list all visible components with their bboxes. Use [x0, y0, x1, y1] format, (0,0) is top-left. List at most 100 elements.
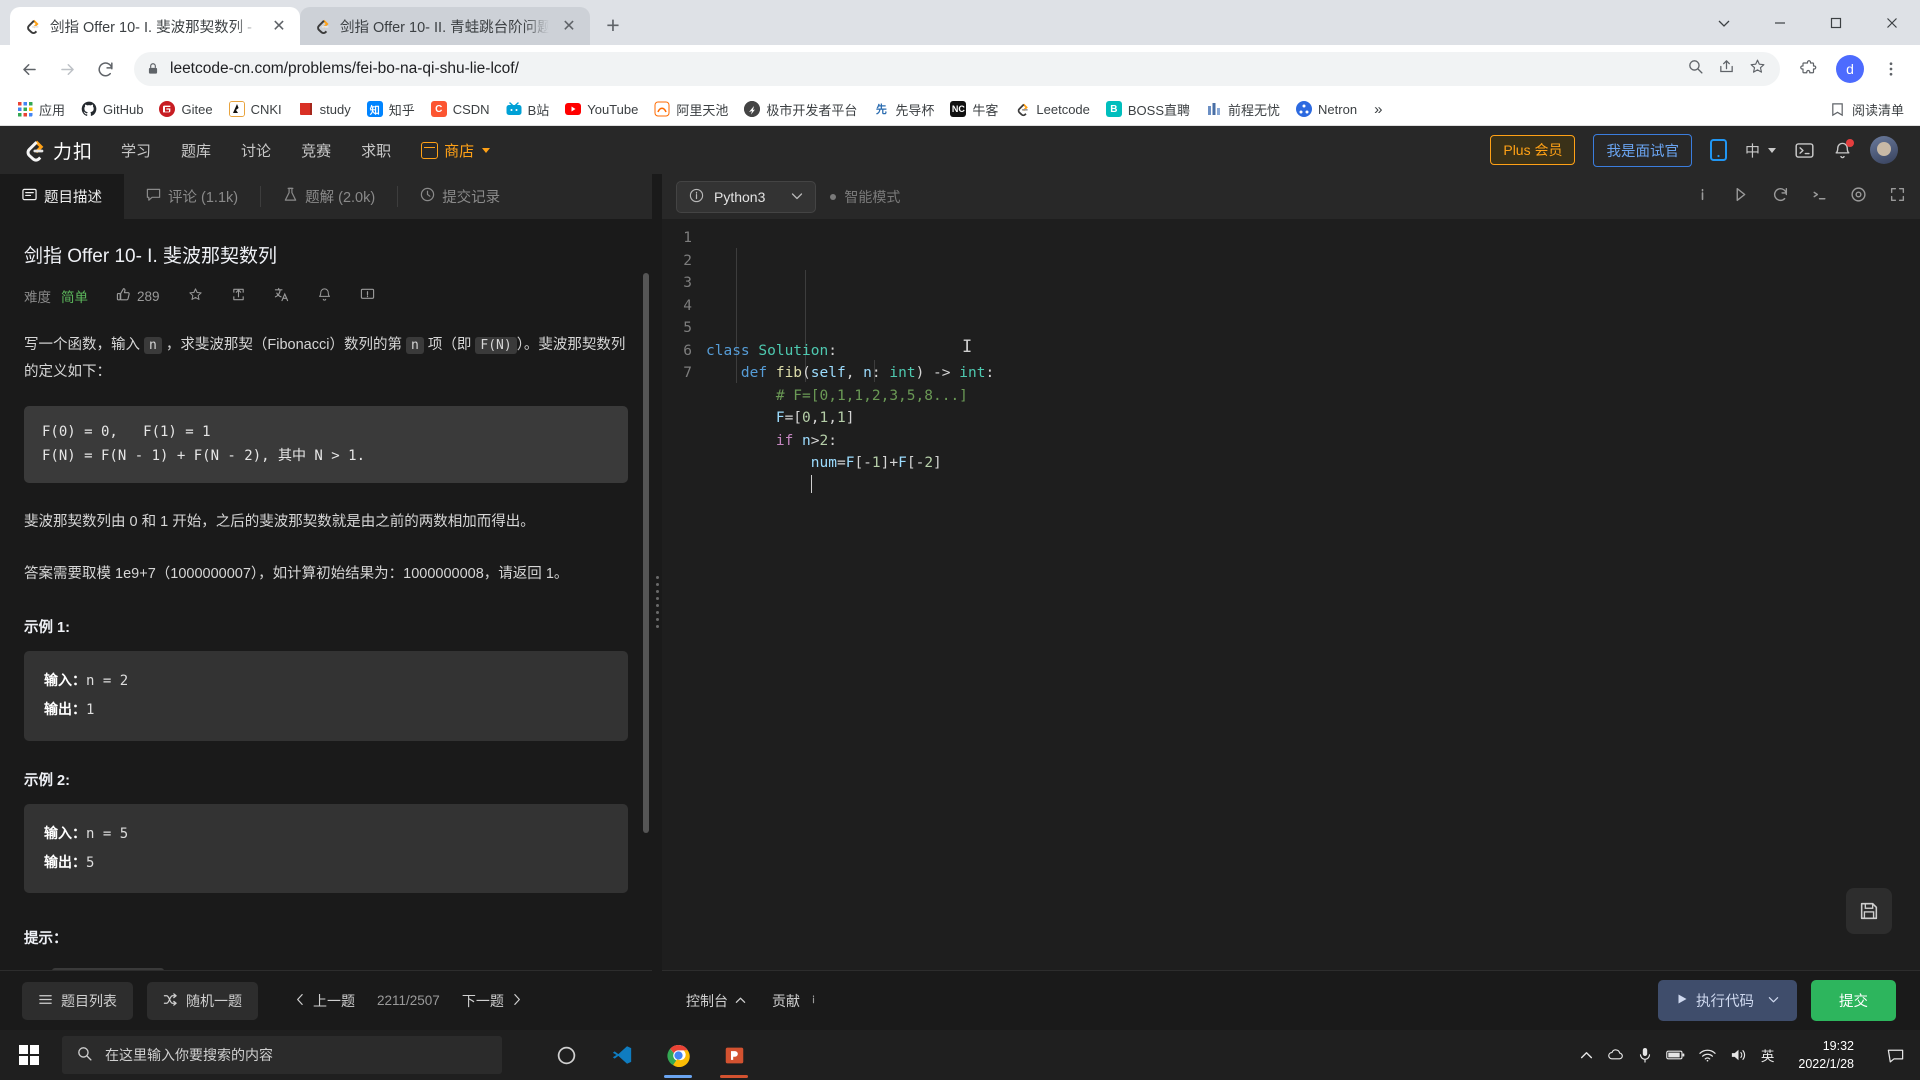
- bookmark-tianchi[interactable]: 阿里天池: [647, 96, 735, 123]
- tab-close-button[interactable]: ✕: [268, 15, 290, 37]
- taskbar-chrome-button[interactable]: [652, 1031, 704, 1079]
- fullscreen-icon[interactable]: [1811, 186, 1828, 208]
- code-line[interactable]: # F=[0,1,1,2,3,5,8...]: [706, 385, 1920, 408]
- code-line[interactable]: F=[0,1,1]: [706, 407, 1920, 430]
- next-problem-button[interactable]: 下一题: [450, 982, 535, 1020]
- nav-link-jobs[interactable]: 求职: [361, 140, 391, 161]
- close-window-button[interactable]: [1864, 0, 1920, 45]
- chevron-up-icon[interactable]: [1580, 1049, 1593, 1062]
- phone-icon[interactable]: [1709, 139, 1727, 161]
- bookmarks-overflow-button[interactable]: »: [1366, 97, 1390, 122]
- save-button[interactable]: [1846, 888, 1892, 934]
- bookmark-csdn[interactable]: C CSDN: [424, 97, 497, 121]
- problem-list-button[interactable]: 题目列表: [22, 981, 133, 1020]
- leetcode-logo[interactable]: 力扣: [22, 137, 93, 164]
- battery-icon[interactable]: [1666, 1049, 1685, 1061]
- prev-problem-button[interactable]: 上一题: [282, 982, 367, 1020]
- bookmark-xiandaobei[interactable]: 先 先导杯: [866, 96, 941, 123]
- bookmark-netron[interactable]: Netron: [1289, 97, 1364, 121]
- nav-link-contest[interactable]: 竞赛: [301, 140, 331, 161]
- panel-resize-handle[interactable]: [652, 174, 662, 1030]
- bookmark-youtube[interactable]: YouTube: [558, 97, 645, 121]
- mic-icon[interactable]: [1638, 1047, 1652, 1063]
- notification-button[interactable]: [317, 287, 332, 305]
- search-icon[interactable]: [1687, 58, 1704, 80]
- user-avatar[interactable]: [1870, 136, 1898, 164]
- code-line[interactable]: if n>2:: [706, 430, 1920, 453]
- bookmark-extreme[interactable]: 极市开发者平台: [737, 96, 864, 123]
- nav-link-problems[interactable]: 题库: [181, 140, 211, 161]
- browser-tab-2[interactable]: 剑指 Offer 10- II. 青蛙跳台阶问题 ✕: [300, 7, 590, 45]
- translate-button[interactable]: [274, 287, 289, 305]
- taskbar-vscode-button[interactable]: [596, 1031, 648, 1079]
- console-button[interactable]: 控制台: [686, 991, 746, 1011]
- taskbar-search-input[interactable]: 在这里输入你要搜索的内容: [62, 1036, 502, 1074]
- info-icon[interactable]: [1694, 186, 1711, 208]
- code-line[interactable]: num=F[-1]+F[-2]: [706, 452, 1920, 475]
- code-line[interactable]: def fib(self, n: int) -> int:: [706, 362, 1920, 385]
- nav-link-study[interactable]: 学习: [121, 140, 151, 161]
- tab-submissions[interactable]: 提交记录: [398, 174, 522, 219]
- code-editor[interactable]: 1 2 3 4 5 6 7 class Solution: def fib(se…: [662, 219, 1920, 970]
- description-scrollbar[interactable]: [643, 273, 649, 833]
- bookmark-bilibili[interactable]: B站: [499, 96, 557, 123]
- bookmark-gitee[interactable]: Gitee: [152, 97, 219, 121]
- code-line[interactable]: [706, 474, 1920, 498]
- bookmark-nowcoder[interactable]: NC 牛客: [943, 96, 1005, 123]
- maximize-button[interactable]: [1808, 0, 1864, 45]
- favorite-button[interactable]: [188, 287, 203, 305]
- expand-icon[interactable]: [1889, 186, 1906, 208]
- feedback-button[interactable]: [360, 287, 375, 305]
- reset-icon[interactable]: [1772, 186, 1789, 208]
- volume-icon[interactable]: [1730, 1048, 1747, 1062]
- bookmark-github[interactable]: GitHub: [74, 97, 150, 121]
- terminal-icon[interactable]: [1794, 140, 1815, 161]
- plus-membership-button[interactable]: Plus 会员: [1490, 135, 1576, 165]
- browser-tab-1[interactable]: 剑指 Offer 10- I. 斐波那契数列 - ✕: [10, 7, 300, 45]
- taskbar-cortana-button[interactable]: [540, 1031, 592, 1079]
- nav-link-discuss[interactable]: 讨论: [241, 140, 271, 161]
- bookmark-zhihu[interactable]: 知 知乎: [360, 96, 422, 123]
- tab-description[interactable]: 题目描述: [0, 174, 124, 219]
- bookmark-study[interactable]: study: [291, 97, 358, 121]
- smart-mode-toggle[interactable]: 智能模式: [830, 187, 900, 207]
- back-button[interactable]: [12, 52, 46, 86]
- reload-button[interactable]: [88, 52, 122, 86]
- address-bar[interactable]: leetcode-cn.com/problems/fei-bo-na-qi-sh…: [134, 52, 1780, 86]
- share-icon[interactable]: [1718, 58, 1735, 80]
- chrome-menu-icon[interactable]: [1874, 52, 1908, 86]
- star-icon[interactable]: [1749, 58, 1766, 80]
- language-selector-dropdown[interactable]: Python3: [676, 180, 817, 213]
- language-selector[interactable]: 中: [1745, 140, 1776, 161]
- settings-icon[interactable]: [1850, 186, 1867, 208]
- tab-comments[interactable]: 评论 (1.1k): [124, 174, 260, 219]
- like-button[interactable]: 289: [116, 287, 160, 305]
- tab-close-button[interactable]: ✕: [558, 15, 580, 37]
- contribute-button[interactable]: 贡献: [772, 991, 820, 1011]
- minimize-button[interactable]: [1752, 0, 1808, 45]
- submit-button[interactable]: 提交: [1811, 980, 1896, 1021]
- problem-description-scroll[interactable]: 剑指 Offer 10- I. 斐波那契数列 难度 简单 289 写一个函数，输…: [0, 219, 652, 970]
- tab-search-chevron-icon[interactable]: [1696, 0, 1752, 45]
- reading-list-button[interactable]: 阅读清单: [1830, 100, 1910, 119]
- bookmark-boss[interactable]: B BOSS直聘: [1099, 96, 1197, 123]
- bookmark-51job[interactable]: 前程无忧: [1199, 96, 1287, 123]
- run-code-button[interactable]: 执行代码: [1658, 980, 1797, 1021]
- start-button[interactable]: [0, 1030, 58, 1080]
- cloud-icon[interactable]: [1607, 1048, 1624, 1062]
- extensions-icon[interactable]: [1792, 52, 1826, 86]
- action-center-button[interactable]: [1878, 1030, 1912, 1080]
- bookmark-cnki[interactable]: CNKI: [222, 97, 289, 121]
- share-button[interactable]: [231, 287, 246, 305]
- forward-button[interactable]: [50, 52, 84, 86]
- random-problem-button[interactable]: 随机一题: [147, 981, 258, 1020]
- profile-avatar[interactable]: d: [1836, 55, 1864, 83]
- tab-solutions[interactable]: 题解 (2.0k): [261, 174, 397, 219]
- wifi-icon[interactable]: [1699, 1049, 1716, 1062]
- new-tab-button[interactable]: +: [596, 8, 630, 42]
- input-method-indicator[interactable]: 英: [1761, 1045, 1775, 1065]
- nav-link-shop[interactable]: 商店: [421, 140, 491, 161]
- interviewer-button[interactable]: 我是面试官: [1593, 133, 1692, 167]
- code-text-area[interactable]: class Solution: def fib(self, n: int) ->…: [706, 225, 1920, 970]
- code-line[interactable]: class Solution:: [706, 340, 1920, 363]
